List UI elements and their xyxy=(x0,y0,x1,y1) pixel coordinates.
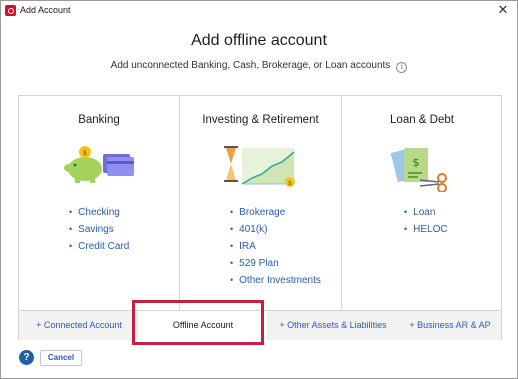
link-loan[interactable]: Loan xyxy=(404,204,448,221)
link-401k[interactable]: 401(k) xyxy=(230,221,321,238)
tab-connected-account[interactable]: + Connected Account xyxy=(19,311,139,340)
app-logo-icon xyxy=(5,5,16,16)
window-title: Add Account xyxy=(20,5,71,15)
banking-list: Checking Savings Credit Card xyxy=(69,204,129,255)
investing-list: Brokerage 401(k) IRA 529 Plan Other Inve… xyxy=(230,204,321,289)
subtitle-row: Add unconnected Banking, Cash, Brokerage… xyxy=(1,60,517,73)
tab-other-assets-liabilities[interactable]: + Other Assets & Liabilities xyxy=(267,311,399,340)
info-icon[interactable]: i xyxy=(396,62,408,73)
add-account-dialog: Add Account ✕ Add offline account Add un… xyxy=(0,0,518,379)
column-investing: Investing & Retirement $ Brokerage 401(k… xyxy=(180,96,342,310)
cutting-bills-scissors-icon: $ xyxy=(390,147,447,192)
link-other-investments[interactable]: Other Investments xyxy=(230,272,321,289)
title-bar: Add Account ✕ xyxy=(1,1,517,20)
help-icon[interactable]: ? xyxy=(19,350,34,365)
cancel-button[interactable]: Cancel xyxy=(40,350,82,366)
column-title: Loan & Debt xyxy=(390,114,454,126)
link-savings[interactable]: Savings xyxy=(69,221,129,238)
column-banking: Banking $ Checking Savings Credit Card xyxy=(19,96,180,310)
selected-tab-highlight xyxy=(132,300,264,345)
link-heloc[interactable]: HELOC xyxy=(404,221,447,238)
tab-business-ar-ap[interactable]: + Business AR & AP xyxy=(399,311,501,340)
svg-text:$: $ xyxy=(288,179,292,187)
svg-text:$: $ xyxy=(413,156,420,169)
piggy-bank-card-icon: $ xyxy=(64,146,134,183)
column-title: Investing & Retirement xyxy=(202,114,319,126)
link-checking[interactable]: Checking xyxy=(69,204,129,221)
hourglass-growth-chart-icon: $ xyxy=(224,146,295,187)
subtitle: Add unconnected Banking, Cash, Brokerage… xyxy=(110,60,391,71)
svg-text:$: $ xyxy=(83,149,87,157)
loan-list: Loan HELOC xyxy=(404,204,448,238)
column-title: Banking xyxy=(78,114,120,126)
link-529-plan[interactable]: 529 Plan xyxy=(230,255,321,272)
link-brokerage[interactable]: Brokerage xyxy=(230,204,321,221)
column-loan-debt: Loan & Debt $ Loan HELOC xyxy=(342,96,502,310)
link-ira[interactable]: IRA xyxy=(230,238,321,255)
close-icon[interactable]: ✕ xyxy=(495,2,511,18)
page-title: Add offline account xyxy=(191,32,327,49)
link-credit-card[interactable]: Credit Card xyxy=(69,238,129,255)
